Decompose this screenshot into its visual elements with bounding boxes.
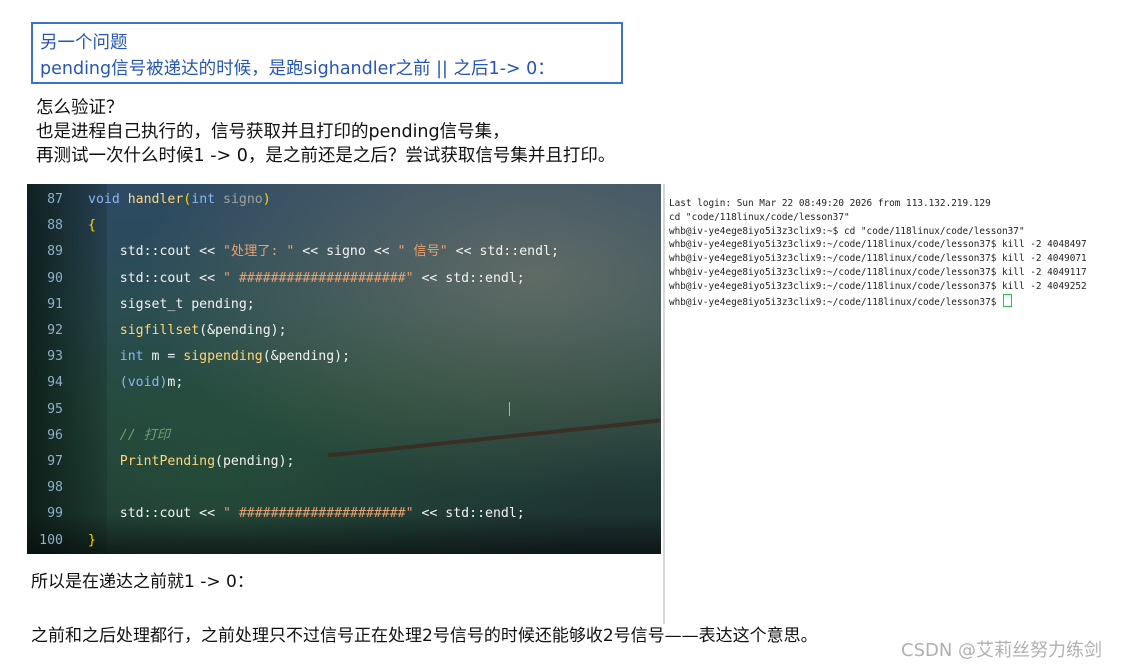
line-number: 90 bbox=[47, 270, 63, 286]
code-text: std::cout << " #####################" <<… bbox=[88, 266, 525, 292]
code-line: 88 { bbox=[27, 213, 661, 239]
code-line: 100} bbox=[27, 528, 661, 554]
code-token: " #####################" bbox=[222, 270, 414, 286]
line-number: 98 bbox=[47, 480, 63, 496]
line-number: 100 bbox=[39, 532, 63, 548]
code-text: sigfillset(&pending); bbox=[88, 318, 287, 344]
code-token: << std::endl; bbox=[413, 506, 525, 522]
line-number: 93 bbox=[47, 349, 63, 365]
code-token: // 打印 bbox=[119, 427, 170, 443]
code-token: sigset_t pending; bbox=[88, 296, 255, 312]
code-text: // 打印 bbox=[88, 423, 170, 449]
terminal-line: cd "code/118linux/code/lesson37" bbox=[669, 211, 850, 223]
code-token: (void) bbox=[119, 375, 168, 391]
terminal-cursor bbox=[1003, 293, 1013, 307]
terminal-line: whb@iv-ye4ege8iyo5i3z3clix9:~/code/118li… bbox=[669, 239, 1087, 251]
code-token: sigfillset bbox=[119, 323, 200, 338]
terminal-line: whb@iv-ye4ege8iyo5i3z3clix9:~/code/118li… bbox=[669, 280, 1087, 292]
code-token: << std::endl; bbox=[447, 244, 559, 260]
code-text: std::cout << " #####################" <<… bbox=[88, 501, 525, 527]
code-token: PrintPending bbox=[119, 454, 216, 469]
code-token: ) bbox=[262, 192, 271, 207]
code-line: 93 int m = sigpending(&pending); bbox=[27, 344, 661, 370]
code-text: void handler(int signo) bbox=[88, 187, 271, 213]
intro-line: 怎么验证？ bbox=[36, 98, 124, 118]
code-line: 90 std::cout << " #####################"… bbox=[27, 266, 661, 292]
line-number: 92 bbox=[47, 323, 63, 338]
code-token: void bbox=[88, 192, 120, 207]
line-number: 89 bbox=[47, 244, 63, 260]
code-token: std::cout << bbox=[88, 506, 223, 522]
line-number: 99 bbox=[47, 506, 63, 522]
question-box: 另一个问题 pending信号被递达的时候，是跑sighandler之前 || … bbox=[31, 22, 623, 84]
terminal-line: whb@iv-ye4ege8iyo5i3z3clix9:~/code/118li… bbox=[669, 253, 1087, 265]
code-text: (void)m; bbox=[88, 370, 184, 396]
code-line: 98 bbox=[27, 475, 661, 501]
line-number: 88 bbox=[47, 218, 63, 234]
code-token: { bbox=[88, 218, 96, 234]
line-number: 91 bbox=[47, 296, 63, 312]
code-token: std::cout << bbox=[88, 244, 223, 260]
line-number: 96 bbox=[47, 427, 63, 443]
code-token: m = bbox=[143, 349, 184, 365]
code-line: 95 bbox=[27, 397, 661, 423]
code-token: std::cout << bbox=[88, 270, 223, 286]
watermark: CSDN @艾莉丝努力练剑 bbox=[901, 640, 1103, 661]
explanation-line: 之前和之后处理都行，之前处理只不过信号正在处理2号信号的时候还能够收2号信号——… bbox=[31, 626, 818, 646]
code-token: (&pending); bbox=[262, 349, 351, 365]
code-text: PrintPending(pending); bbox=[88, 449, 295, 475]
code-token: << signo << bbox=[294, 244, 398, 260]
code-token: "处理了: " bbox=[222, 244, 295, 260]
intro-text: 怎么验证？ 也是进程自己执行的，信号获取并且打印的pending信号集， 再测试… bbox=[36, 96, 615, 168]
line-number: 94 bbox=[47, 375, 63, 391]
code-line: 94 (void)m; bbox=[27, 370, 661, 396]
code-text: std::cout << "处理了: " << signo << " 信号" <… bbox=[88, 239, 559, 265]
code-token: (&pending); bbox=[199, 323, 287, 338]
code-screenshot: 87 void handler(int signo)88 {89 std::cout… bbox=[27, 184, 661, 554]
code-text: } bbox=[88, 528, 96, 554]
code-token: } bbox=[88, 532, 96, 548]
code-token: " 信号" bbox=[397, 244, 448, 260]
conclusion-line: 所以是在递达之前就1 -> 0： bbox=[31, 572, 254, 592]
code-token: (pending); bbox=[215, 454, 295, 469]
code-line: 87 void handler(int signo) bbox=[27, 187, 661, 213]
code-text: { bbox=[88, 213, 96, 239]
line-number: 95 bbox=[47, 401, 63, 417]
question-title: 另一个问题 bbox=[40, 33, 128, 53]
terminal-line: whb@iv-ye4ege8iyo5i3z3clix9:~/code/118li… bbox=[669, 267, 1087, 278]
code-line: 99 std::cout << " #####################"… bbox=[27, 501, 661, 527]
code-token: int bbox=[119, 349, 144, 365]
code-token: << std::endl; bbox=[413, 270, 525, 286]
intro-line: 也是进程自己执行的，信号获取并且打印的pending信号集， bbox=[36, 122, 510, 142]
code-token: m; bbox=[167, 375, 184, 391]
code-line: 97 PrintPending(pending); bbox=[27, 449, 661, 475]
code-token: sigpending bbox=[183, 349, 263, 365]
terminal-line: Last login: Sun Mar 22 08:49:20 2026 fro… bbox=[669, 198, 991, 209]
code-line: 92 sigfillset(&pending); bbox=[27, 318, 661, 344]
terminal-screenshot: Last login: Sun Mar 22 08:49:20 2026 fro… bbox=[663, 184, 1144, 624]
line-number: 87 bbox=[47, 192, 63, 207]
code-token: signo bbox=[215, 192, 263, 207]
intro-line: 再测试一次什么时候1 -> 0，是之前还是之后？尝试获取信号集并且打印。 bbox=[36, 146, 616, 166]
terminal-line: whb@iv-ye4ege8iyo5i3z3clix9:~/code/118li… bbox=[669, 293, 1013, 310]
code-token: handler bbox=[127, 192, 184, 207]
question-text: pending信号被递达的时候，是跑sighandler之前 || 之后1-> … bbox=[40, 59, 555, 79]
code-text: int m = sigpending(&pending); bbox=[88, 344, 350, 370]
code-token: int bbox=[191, 192, 216, 207]
code-line: 89 std::cout << "处理了: " << signo << " 信号… bbox=[27, 239, 661, 265]
code-token: " #####################" bbox=[222, 506, 414, 522]
code-line: 96 // 打印 bbox=[27, 423, 661, 449]
terminal-line: whb@iv-ye4ege8iyo5i3z3clix9:~$ cd "code/… bbox=[669, 225, 1025, 237]
code-text: sigset_t pending; bbox=[88, 292, 255, 318]
code-line: 91 sigset_t pending; bbox=[27, 292, 661, 318]
line-number: 97 bbox=[47, 454, 63, 469]
